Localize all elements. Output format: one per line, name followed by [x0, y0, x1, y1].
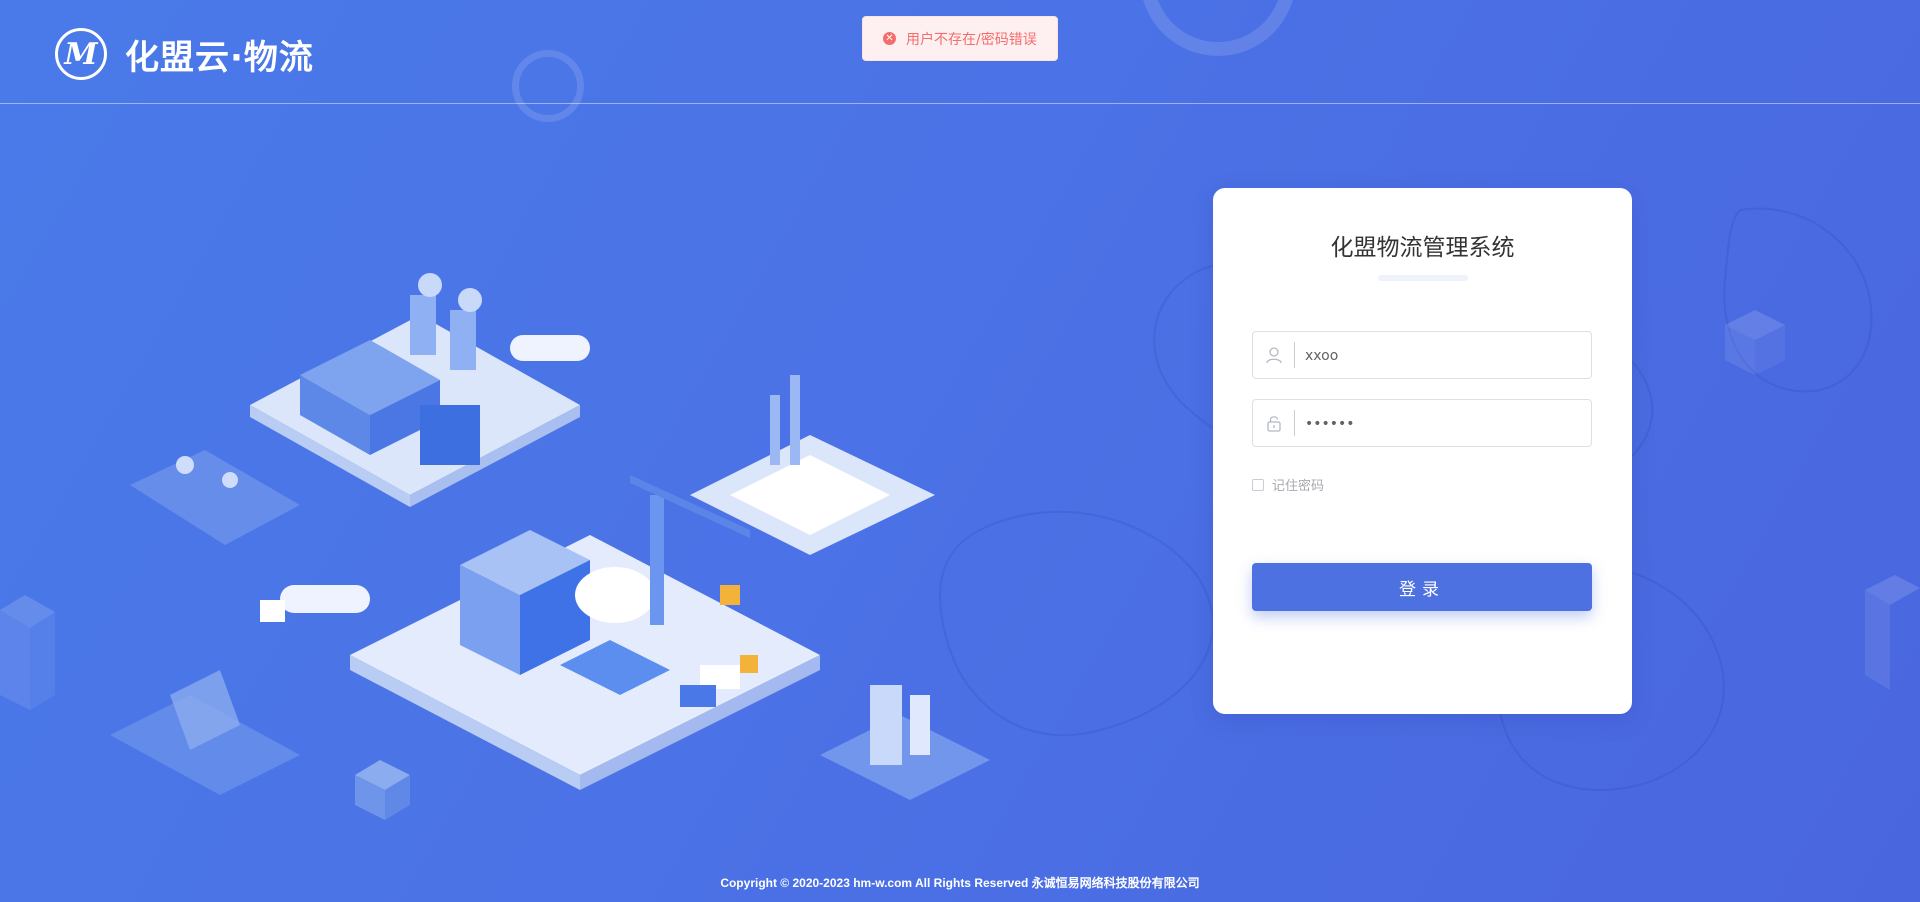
error-circle-icon: ✕ [883, 32, 896, 45]
login-card: 化盟物流管理系统 记住密码 登录 [1213, 188, 1632, 714]
field-divider [1294, 410, 1295, 436]
password-field[interactable] [1252, 399, 1592, 448]
title-underline [1378, 275, 1468, 281]
map-tile-decoration [130, 450, 300, 545]
remember-label: 记住密码 [1272, 479, 1325, 494]
lock-icon [1253, 400, 1295, 446]
brand-logo[interactable]: M 化盟云·物流 [55, 28, 314, 80]
building-tile-decoration [820, 685, 990, 800]
side-cube-decoration [1725, 310, 1785, 375]
side-cube-decoration [1865, 575, 1920, 690]
factory-platform-decoration [250, 273, 580, 507]
logo-mark-icon: M [55, 28, 107, 80]
laptop-tile-decoration [110, 670, 300, 795]
copyright-footer: Copyright © 2020-2023 hm-w.com All Right… [720, 876, 1200, 890]
login-title: 化盟物流管理系统 [1330, 235, 1515, 261]
username-field[interactable] [1252, 331, 1592, 380]
password-input[interactable] [1303, 400, 1587, 448]
brand-name: 化盟云·物流 [125, 37, 314, 78]
remember-password[interactable]: 记住密码 [1252, 475, 1324, 494]
cube-decoration [355, 760, 410, 820]
side-cube-decoration [0, 595, 55, 710]
error-toast: ✕ 用户不存在/密码错误 [862, 16, 1058, 61]
remember-checkbox[interactable] [1252, 478, 1264, 491]
login-button[interactable]: 登录 [1252, 563, 1592, 611]
user-icon [1253, 332, 1295, 378]
toast-message: 用户不存在/密码错误 [906, 31, 1037, 48]
username-input[interactable] [1303, 332, 1587, 380]
field-divider [1294, 342, 1295, 368]
logistics-illustration [110, 273, 990, 820]
tablet-platform-decoration [690, 375, 935, 555]
